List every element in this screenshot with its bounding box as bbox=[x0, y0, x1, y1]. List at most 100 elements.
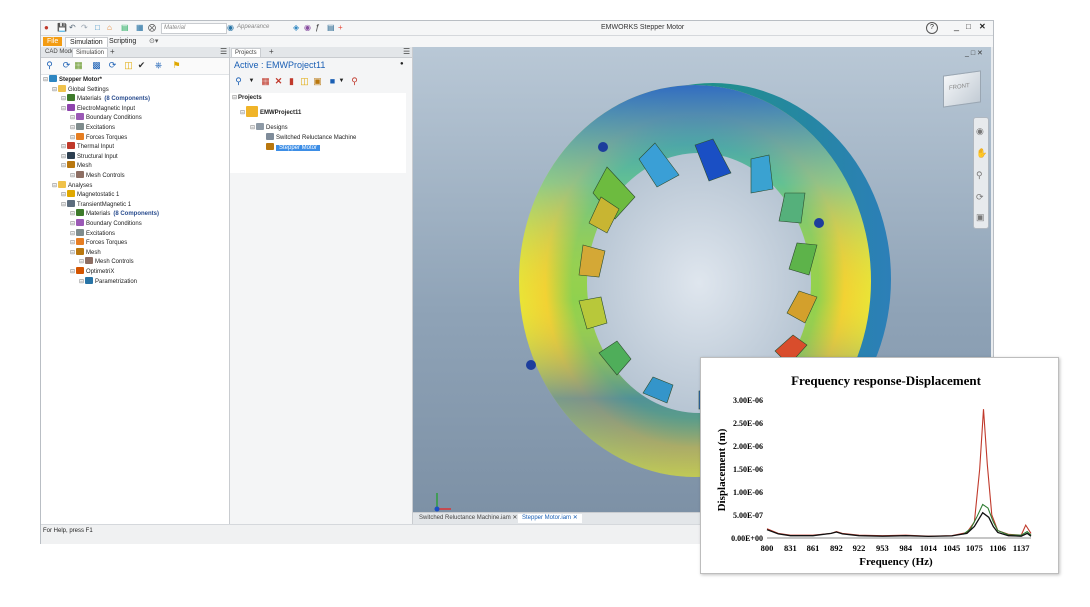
pin-icon[interactable]: ● bbox=[400, 61, 404, 67]
mesh-icon bbox=[76, 247, 84, 255]
minimize-button[interactable]: _ bbox=[954, 21, 959, 31]
boundary-icon bbox=[76, 219, 84, 226]
folder-tool-icon[interactable]: ◫ bbox=[123, 60, 134, 71]
tree-item[interactable]: ⊟ Boundary Conditions bbox=[70, 219, 142, 228]
tree-item[interactable]: ⊟ Excitations bbox=[70, 228, 115, 238]
tree-item-label: Materials bbox=[86, 211, 111, 218]
projects-menu-icon[interactable]: ☰ bbox=[400, 48, 413, 56]
tree-item[interactable]: ⊟ OptimetriX bbox=[70, 267, 114, 276]
mesh-tool-icon[interactable]: ▩ bbox=[91, 60, 102, 71]
tab-scripting[interactable]: Scripting bbox=[105, 37, 140, 46]
pan-icon[interactable]: ✋ bbox=[976, 148, 987, 159]
active-project-label: Active : EMWProject11 bbox=[234, 60, 326, 70]
adjust-icon[interactable]: ◈ bbox=[293, 23, 299, 32]
close-button[interactable]: ✕ bbox=[979, 22, 986, 31]
results-icon[interactable]: ▦ bbox=[73, 60, 84, 71]
mesh-icon bbox=[67, 161, 75, 169]
window-title: EMWORKS Stepper Motor bbox=[601, 24, 685, 31]
projects-search-icon[interactable]: ⚲ bbox=[233, 76, 244, 87]
delete-icon[interactable]: ✕ bbox=[273, 76, 284, 87]
add-icon[interactable]: + bbox=[338, 23, 343, 32]
doc-tab-switched[interactable]: Switched Reluctance Machine.iam ✕ bbox=[415, 514, 521, 523]
open-folder-icon[interactable]: ◫ bbox=[299, 76, 310, 87]
y-tick-label: 1.00E-06 bbox=[733, 488, 763, 497]
material-select[interactable]: Material bbox=[161, 23, 227, 34]
save-icon[interactable]: 💾 bbox=[57, 23, 67, 32]
tree-item[interactable]: ⊟ ElectroMagnetic Input bbox=[61, 103, 135, 113]
y-tick-label: 2.50E-06 bbox=[733, 419, 763, 428]
search-icon[interactable]: ⚲ bbox=[44, 60, 55, 71]
designs-folder[interactable]: ⊟ Designs bbox=[250, 123, 288, 132]
app-logo-icon[interactable]: ● bbox=[44, 23, 49, 32]
tree-item[interactable]: ⊟ Boundary Conditions bbox=[70, 113, 142, 122]
tree-tool-icon[interactable]: ⚲ bbox=[349, 76, 360, 87]
tree-item-label: Structural Input bbox=[77, 153, 118, 160]
appearance-select[interactable]: Appearance bbox=[237, 23, 289, 32]
tree-item[interactable]: ⊟ Structural Input bbox=[61, 151, 118, 161]
tree-item-label: Thermal Input bbox=[77, 144, 115, 151]
look-at-icon[interactable]: ▣ bbox=[976, 212, 985, 223]
tree-item[interactable]: ⊟ Parametrization bbox=[79, 276, 137, 286]
tree-item[interactable]: ⊟ Forces Torques bbox=[70, 238, 127, 247]
tree-item[interactable]: ⊟ Magnetostatic 1 bbox=[61, 190, 119, 199]
tree-item[interactable]: ⊟ Excitations bbox=[70, 123, 115, 132]
tree-item[interactable]: ⊟ Mesh Controls bbox=[79, 257, 134, 266]
tab-simulation-tree[interactable]: Simulation bbox=[72, 48, 109, 57]
tree-item[interactable]: ⊟ Global Settings bbox=[52, 84, 109, 94]
table-icon[interactable]: ▤ bbox=[327, 23, 335, 32]
close-doc-icon[interactable]: ⨂ bbox=[148, 23, 156, 32]
clear-icon[interactable]: ◉ bbox=[304, 23, 311, 32]
remove-icon[interactable]: ▮ bbox=[286, 76, 297, 87]
ribbon-options-icon[interactable]: ⊙▾ bbox=[145, 37, 162, 46]
print-icon[interactable]: ▦ bbox=[136, 23, 144, 32]
tab-file[interactable]: File bbox=[43, 37, 63, 46]
check-icon[interactable]: ✔ bbox=[136, 60, 147, 71]
viewport-minimize-button[interactable]: _ □ ✕ bbox=[965, 49, 983, 57]
tree-item[interactable]: ⊟ Mesh bbox=[70, 247, 101, 257]
tree-item[interactable]: ⊟ Materials (8 Components) bbox=[70, 209, 159, 218]
tree-item[interactable]: ⊟ Materials (8 Components) bbox=[61, 94, 150, 103]
new-icon[interactable]: □ bbox=[95, 23, 100, 32]
run-icon[interactable]: ⟳ bbox=[61, 60, 72, 71]
tree-item[interactable]: ⊟ TransientMagnetic 1 bbox=[61, 199, 131, 209]
lock-icon[interactable]: ▣ bbox=[312, 76, 323, 87]
solve-icon[interactable]: ⟳ bbox=[107, 60, 118, 71]
home-icon[interactable]: ⌂ bbox=[107, 23, 112, 32]
new-project-icon[interactable]: ▦ bbox=[260, 76, 271, 87]
view-cube[interactable]: FRONT bbox=[943, 70, 981, 108]
component-count: (8 Components) bbox=[104, 96, 151, 103]
orbit-icon[interactable]: ⟳ bbox=[976, 192, 984, 203]
tree-item[interactable]: ⊟ Forces Torques bbox=[70, 132, 127, 142]
machine-icon bbox=[266, 133, 274, 140]
project-item[interactable]: ⊟ EMWProject11 bbox=[240, 106, 301, 120]
help-button[interactable]: ? bbox=[926, 22, 938, 34]
design-item-stepper[interactable]: Stepper Motor bbox=[266, 143, 321, 152]
fx-icon[interactable]: ƒ bbox=[315, 23, 319, 32]
panel-menu-icon[interactable]: ☰ bbox=[217, 48, 230, 56]
tree-item[interactable]: ⊟ Mesh bbox=[61, 161, 92, 170]
projects-root[interactable]: ⊟Projects bbox=[232, 94, 262, 103]
tab-projects[interactable]: Projects bbox=[231, 48, 261, 57]
projects-add-tab[interactable]: + bbox=[266, 48, 277, 56]
cube-dropdown-icon[interactable]: ▼ bbox=[336, 76, 347, 87]
add-tab-button[interactable]: + bbox=[107, 48, 118, 56]
motor-icon bbox=[49, 75, 57, 82]
tree-item[interactable]: ⊟ Stepper Motor* bbox=[43, 75, 102, 84]
design-item-switched[interactable]: Switched Reluctance Machine bbox=[266, 133, 356, 142]
tree-item[interactable]: ⊟ Thermal Input bbox=[61, 142, 114, 151]
tree-item[interactable]: ⊟ Mesh Controls bbox=[70, 171, 125, 180]
tree-item[interactable]: ⊟ Analyses bbox=[52, 180, 92, 190]
undo-icon[interactable]: ↶ bbox=[69, 23, 76, 32]
doc-tab-stepper[interactable]: Stepper Motor.iam ✕ bbox=[518, 514, 582, 523]
maximize-button[interactable]: □ bbox=[966, 22, 971, 31]
tab-simulation[interactable]: Simulation bbox=[65, 37, 108, 47]
probe-icon[interactable]: ⎈ bbox=[153, 60, 164, 71]
measure-icon[interactable]: ▤ bbox=[121, 23, 129, 32]
y-tick-label: 5.00E-07 bbox=[733, 511, 763, 520]
zoom-icon[interactable]: ⚲ bbox=[976, 170, 983, 181]
steering-wheel-icon[interactable]: ◉ bbox=[976, 126, 984, 137]
redo-icon[interactable]: ↷ bbox=[81, 23, 88, 32]
x-tick-label: 1014 bbox=[920, 543, 938, 553]
dropdown-icon[interactable]: ▼ bbox=[246, 76, 257, 87]
flag-icon[interactable]: ⚑ bbox=[171, 60, 182, 71]
